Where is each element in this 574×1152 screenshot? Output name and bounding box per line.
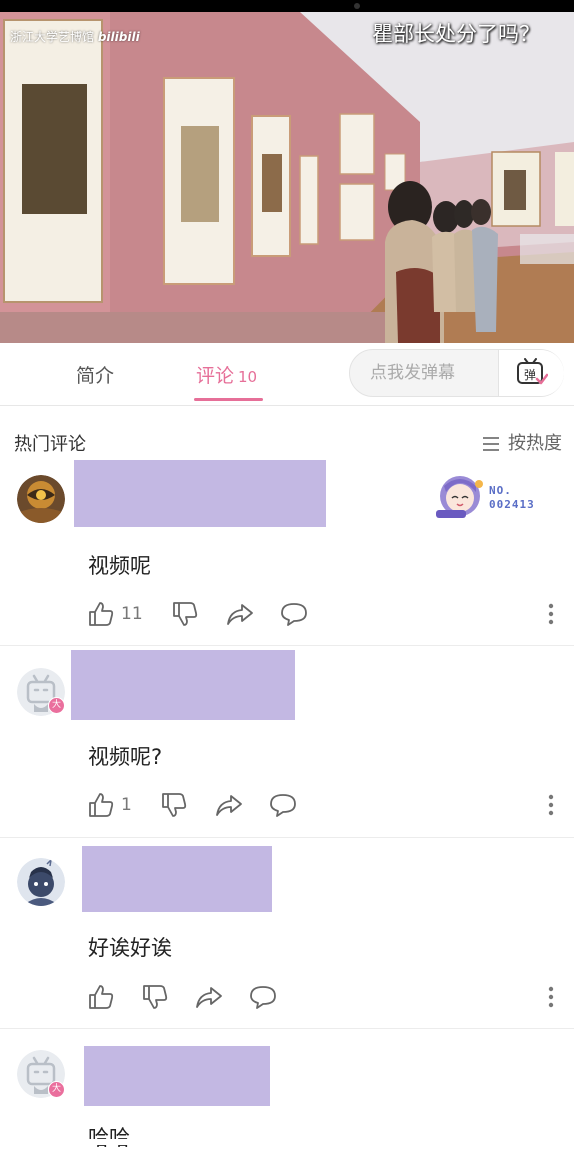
comment-actions: 11 xyxy=(88,601,348,627)
danmu-button-label: 弹 xyxy=(524,368,536,382)
anime-girl-badge-icon xyxy=(436,476,483,518)
danmu-send-button[interactable]: 弹 xyxy=(498,350,564,396)
like-count: 11 xyxy=(121,604,143,624)
status-bar xyxy=(0,0,574,12)
tab-comments-count: 10 xyxy=(238,368,258,386)
username-redacted[interactable] xyxy=(82,846,272,912)
more-icon[interactable] xyxy=(548,603,554,625)
fan-badge-number: NO. 002413 xyxy=(489,484,535,512)
comment-text: 视频呢 xyxy=(88,554,151,578)
comment-actions xyxy=(88,984,348,1010)
like-count: 1 xyxy=(121,795,132,815)
username-redacted[interactable] xyxy=(74,460,326,527)
tab-comments[interactable]: 评论 10 xyxy=(196,361,257,388)
sort-label: 按热度 xyxy=(508,433,562,454)
video-player[interactable]: 浙江大学艺博馆 bilibili 瞿部长处分了吗？ xyxy=(0,12,574,343)
thumbs-down-icon[interactable] xyxy=(142,984,168,1010)
thumbs-up-icon[interactable] xyxy=(88,984,114,1010)
reply-icon[interactable] xyxy=(280,601,308,627)
avatar[interactable] xyxy=(17,475,65,523)
tab-comments-label: 评论 xyxy=(196,365,235,387)
share-icon[interactable] xyxy=(195,984,223,1010)
thumbs-up-icon[interactable] xyxy=(88,601,114,627)
sort-button[interactable]: 按热度 xyxy=(482,429,562,455)
danmu-input[interactable] xyxy=(350,350,498,396)
bottom-edge xyxy=(0,1139,574,1145)
share-icon[interactable] xyxy=(226,601,254,627)
camera-dot xyxy=(354,3,360,9)
username-redacted[interactable] xyxy=(84,1046,270,1106)
badge-no-label: NO. xyxy=(489,484,512,497)
badge-no-value: 002413 xyxy=(489,498,535,511)
tab-bar: 简介 评论10 弹 xyxy=(0,343,574,406)
thumbs-down-icon[interactable] xyxy=(161,792,187,818)
video-frame xyxy=(0,12,574,343)
watermark-text: 浙江大学艺博馆 xyxy=(10,30,95,44)
more-icon[interactable] xyxy=(548,794,554,816)
reply-icon[interactable] xyxy=(269,792,297,818)
comment-text: 好诶好诶 xyxy=(88,936,172,960)
tab-active-indicator xyxy=(194,398,263,401)
hot-comments-title: 热门评论 xyxy=(14,434,86,455)
divider xyxy=(0,1028,574,1029)
avatar-1-image xyxy=(17,475,65,523)
thumbs-down-icon[interactable] xyxy=(172,601,198,627)
thumbs-up-icon[interactable] xyxy=(88,792,114,818)
more-icon[interactable] xyxy=(548,986,554,1008)
bilibili-logo: bilibili xyxy=(97,30,140,44)
username-redacted[interactable] xyxy=(71,650,295,720)
danmu-bar: 弹 xyxy=(349,349,564,397)
reply-icon[interactable] xyxy=(249,984,277,1010)
share-icon[interactable] xyxy=(215,792,243,818)
video-subtitle: 瞿部长处分了吗？ xyxy=(372,22,540,46)
comment-text: 哈哈 xyxy=(88,1126,130,1150)
level-badge: 大 xyxy=(48,1081,65,1098)
comment-actions: 1 xyxy=(88,792,348,818)
level-badge: 大 xyxy=(48,697,65,714)
tab-intro[interactable]: 简介 xyxy=(76,361,114,388)
divider xyxy=(0,837,574,838)
comment-text: 视频呢? xyxy=(88,745,163,769)
video-watermark: 浙江大学艺博馆 bilibili xyxy=(10,28,140,45)
avatar-3-image xyxy=(17,858,65,906)
menu-lines-icon xyxy=(483,437,499,451)
avatar[interactable] xyxy=(17,858,65,906)
danmu-send-icon: 弹 xyxy=(517,358,548,385)
divider xyxy=(0,645,574,646)
